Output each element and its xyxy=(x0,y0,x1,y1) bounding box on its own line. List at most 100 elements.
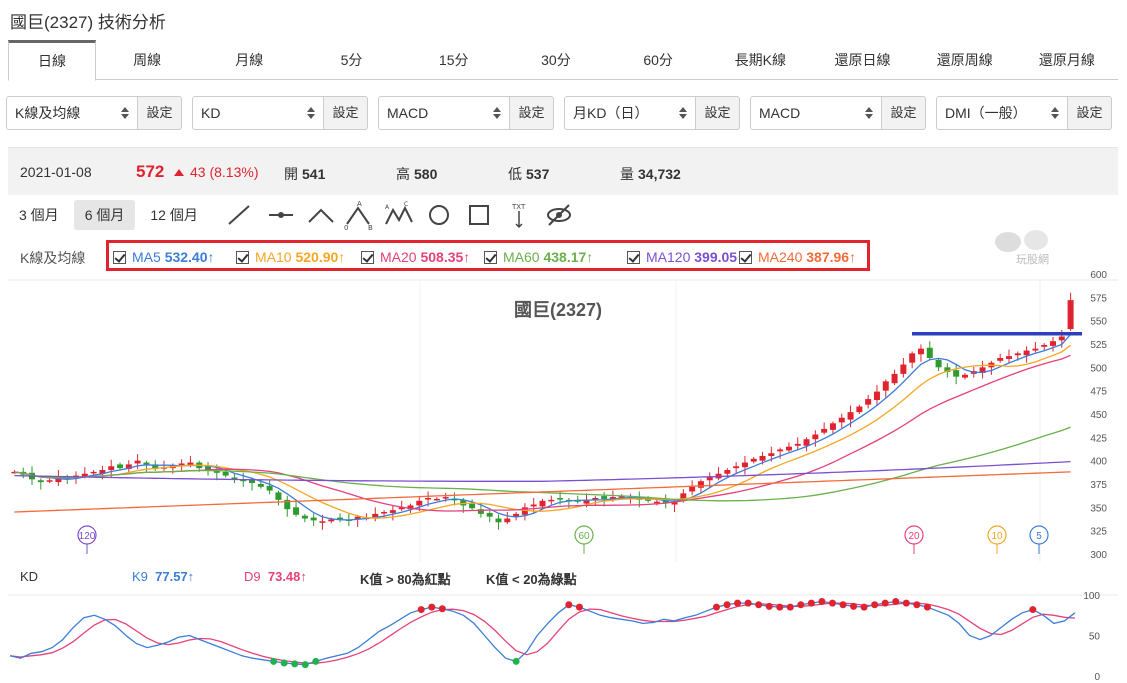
svg-text:A: A xyxy=(385,204,390,211)
svg-text:A: A xyxy=(357,200,362,208)
candle-body xyxy=(724,470,731,474)
candlestick-chart[interactable]: 600575550525500475450425400375350325300國… xyxy=(0,262,1127,683)
candle-body xyxy=(821,428,828,433)
abcd-pattern-icon[interactable]: AC xyxy=(384,200,414,230)
candle-body xyxy=(953,370,960,377)
kd-tick-label: 0 xyxy=(1094,672,1100,683)
y-tick-label: 525 xyxy=(1090,340,1107,351)
settings-button[interactable]: 設定 xyxy=(1068,96,1112,130)
ma-marker-label: 10 xyxy=(991,531,1003,542)
candle-body xyxy=(697,481,704,488)
tab-8[interactable]: 還原日線 xyxy=(811,40,914,79)
settings-button[interactable]: 設定 xyxy=(882,96,926,130)
kd-d-value: D9 73.48↑ xyxy=(244,569,307,584)
svg-text:0: 0 xyxy=(344,224,348,230)
hide-icon[interactable] xyxy=(544,200,574,230)
range-button-2[interactable]: 12 個月 xyxy=(139,200,208,230)
candle-body xyxy=(873,391,880,400)
kd-red-dot xyxy=(1029,606,1037,614)
settings-button[interactable]: 設定 xyxy=(324,96,368,130)
tab-3[interactable]: 5分 xyxy=(300,40,403,79)
range-button-0[interactable]: 3 個月 xyxy=(8,200,70,230)
tab-2[interactable]: 月線 xyxy=(198,40,301,79)
line-tool-icon[interactable] xyxy=(224,200,254,230)
kd-red-dot xyxy=(902,599,910,607)
indicator-select-1[interactable]: KD xyxy=(192,96,324,130)
quote-info-bar: 2021-01-08 572 43 (8.13%) 開 541 高 580 低 537… xyxy=(8,147,1118,195)
kd-red-dot xyxy=(913,601,921,609)
indicator-select-value: KD xyxy=(201,105,221,121)
sort-arrows-icon xyxy=(679,107,687,119)
tab-4[interactable]: 15分 xyxy=(402,40,505,79)
text-tool-icon[interactable]: TXT xyxy=(504,200,534,230)
indicator-group-1: KD 設定 xyxy=(192,96,368,130)
candle-body xyxy=(433,498,440,501)
candle-body xyxy=(777,449,784,452)
circle-tool-icon[interactable] xyxy=(424,200,454,230)
candle-body xyxy=(46,480,53,482)
angle-tool-icon[interactable] xyxy=(306,200,336,230)
candle-body xyxy=(293,507,300,515)
tab-7[interactable]: 長期K線 xyxy=(709,40,812,79)
indicator-select-0[interactable]: K線及均線 xyxy=(6,96,138,130)
range-buttons: 3 個月 6 個月 12 個月 xyxy=(8,200,213,230)
kd-k-value: K9 77.57↑ xyxy=(132,569,195,584)
indicator-group-3: 月KD（日） 設定 xyxy=(564,96,740,130)
kd-red-dot xyxy=(839,601,847,609)
candle-body xyxy=(1067,300,1074,330)
svg-text:TXT: TXT xyxy=(511,203,526,211)
settings-button[interactable]: 設定 xyxy=(138,96,182,130)
indicator-select-4[interactable]: MACD xyxy=(750,96,882,130)
quote-change: 43 (8.13%) xyxy=(174,164,258,180)
kd-red-dot xyxy=(712,603,720,611)
candle-body xyxy=(117,464,124,469)
candle-body xyxy=(557,498,564,500)
candle-body xyxy=(530,504,537,507)
candle-body xyxy=(741,462,748,468)
indicator-select-3[interactable]: 月KD（日） xyxy=(564,96,696,130)
tab-6[interactable]: 60分 xyxy=(607,40,710,79)
ma-line-20 xyxy=(14,354,1071,512)
tab-9[interactable]: 還原周線 xyxy=(913,40,1016,79)
indicator-selectors: K線及均線 設定 KD 設定 MACD 設定 月KD（日） 設定 MACD 設定 DMI（一般） 設定 xyxy=(6,96,1120,132)
y-tick-label: 400 xyxy=(1090,457,1107,468)
period-tabs: 日線 周線 月線 5分 15分 30分 60分 長期K線 還原日線 還原周線 還原月線 xyxy=(8,40,1119,81)
candle-body xyxy=(900,364,907,374)
indicator-select-value: MACD xyxy=(759,105,801,121)
candle-body xyxy=(548,499,555,502)
kd-red-dot xyxy=(881,599,889,607)
ma-marker-label: 120 xyxy=(79,531,96,542)
kd-red-dot xyxy=(744,599,752,607)
indicator-select-value: K線及均線 xyxy=(15,105,81,121)
tab-0[interactable]: 日線 xyxy=(8,40,96,81)
abc-pattern-icon[interactable]: 0 A B xyxy=(344,200,374,230)
kd-green-dot xyxy=(291,660,299,668)
sort-arrows-icon xyxy=(307,107,315,119)
candle-body xyxy=(803,439,810,446)
candle-body xyxy=(222,471,229,476)
indicator-select-5[interactable]: DMI（一般） xyxy=(936,96,1068,130)
rectangle-tool-icon[interactable] xyxy=(464,200,494,230)
indicator-select-2[interactable]: MACD xyxy=(378,96,510,130)
kd-red-dot xyxy=(807,599,815,607)
kd-note-red: K值 > 80為紅點 xyxy=(360,572,451,587)
svg-text:C: C xyxy=(404,201,408,208)
candle-body xyxy=(865,399,872,405)
candle-body xyxy=(935,359,942,368)
candle-body xyxy=(275,492,282,500)
candle-body xyxy=(689,486,696,492)
tab-5[interactable]: 30分 xyxy=(504,40,608,79)
settings-button[interactable]: 設定 xyxy=(696,96,740,130)
tab-1[interactable]: 周線 xyxy=(96,40,199,79)
kd-green-dot xyxy=(270,657,278,665)
candle-body xyxy=(909,353,916,363)
horizontal-line-icon[interactable] xyxy=(266,200,296,230)
settings-button[interactable]: 設定 xyxy=(510,96,554,130)
candle-body xyxy=(838,417,845,423)
quote-volume: 量 34,732 xyxy=(620,166,681,182)
kd-red-dot xyxy=(828,599,836,607)
range-button-1[interactable]: 6 個月 xyxy=(73,200,136,230)
y-tick-label: 475 xyxy=(1090,387,1107,398)
candle-body xyxy=(1032,348,1039,351)
tab-10[interactable]: 還原月線 xyxy=(1015,40,1119,79)
